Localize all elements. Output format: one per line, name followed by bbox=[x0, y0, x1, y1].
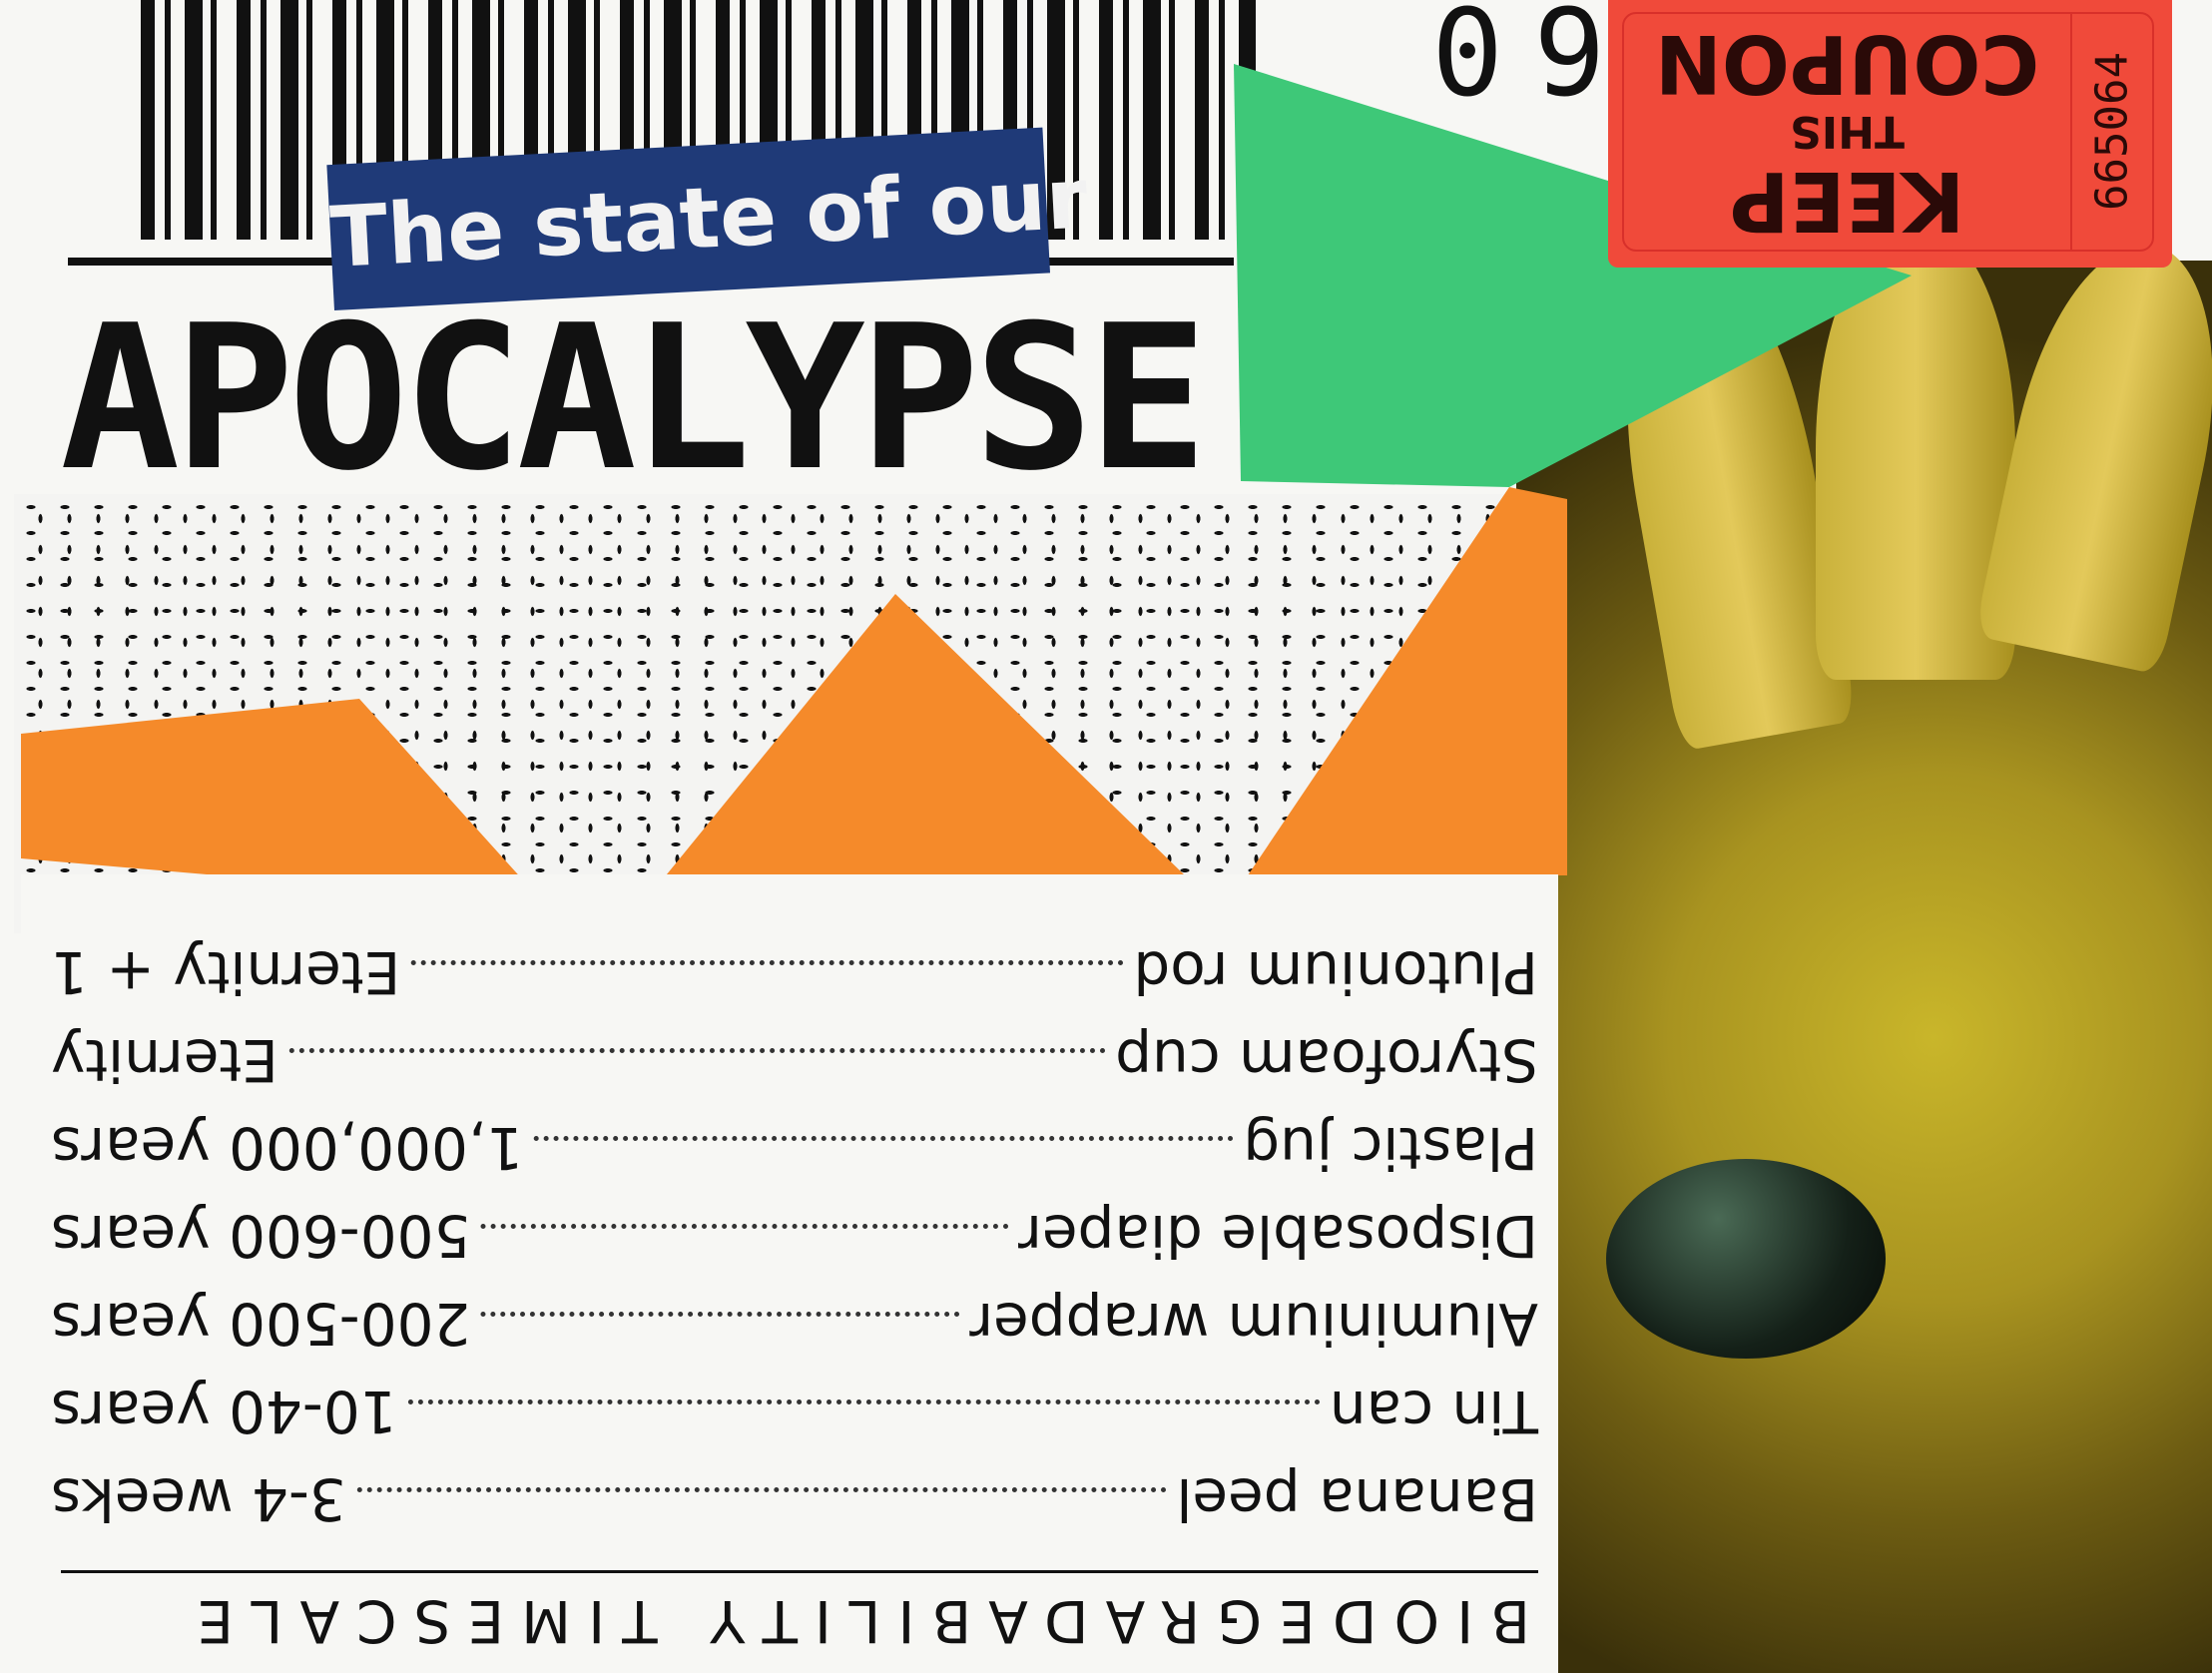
item-duration: 500-600 years bbox=[51, 1202, 471, 1270]
item-duration: 200-500 years bbox=[51, 1290, 471, 1358]
list-item: Plastic jug 1,000,000 years bbox=[51, 1094, 1538, 1182]
item-name: Styrofoam cup bbox=[1115, 1026, 1538, 1094]
orange-triangle bbox=[21, 699, 544, 903]
dot-leader bbox=[480, 1312, 960, 1317]
item-duration: Eternity + 1 bbox=[51, 938, 401, 1006]
item-duration: 1,000,000 years bbox=[51, 1114, 524, 1182]
dot-leader bbox=[533, 1136, 1234, 1141]
item-name: Plutonium rod bbox=[1133, 938, 1538, 1006]
dot-leader bbox=[355, 1487, 1167, 1492]
item-name: Disposable diaper bbox=[1018, 1202, 1538, 1270]
orange-triangle bbox=[649, 594, 1185, 896]
divider bbox=[61, 1570, 1538, 1573]
coupon-ticket: 665064 KEEP THIS COUPON bbox=[1608, 0, 2172, 268]
item-duration: Eternity bbox=[51, 1026, 278, 1094]
list-item: Plutonium rod Eternity + 1 bbox=[51, 918, 1538, 1006]
coupon-line3: COUPON bbox=[1654, 17, 2040, 110]
item-name: Aluminium wrapper bbox=[969, 1290, 1538, 1358]
item-duration: 3-4 weeks bbox=[51, 1465, 346, 1533]
item-duration: 10-40 years bbox=[51, 1378, 397, 1445]
item-name: Plastic jug bbox=[1243, 1114, 1538, 1182]
dot-leader bbox=[406, 1399, 1320, 1404]
coupon-line2: THIS bbox=[1790, 106, 1905, 157]
coupon-serial: 665064 bbox=[2070, 14, 2152, 250]
list-item: Disposable diaper 500-600 years bbox=[51, 1182, 1538, 1270]
list-heading: BIODEGRADABILITY TIMESCALE bbox=[180, 1587, 1530, 1655]
item-name: Banana peel bbox=[1176, 1465, 1538, 1533]
coupon-line1: KEEP bbox=[1729, 153, 1965, 248]
dot-leader bbox=[287, 1048, 1106, 1053]
dot-leader bbox=[480, 1224, 1009, 1229]
dot-leader bbox=[410, 960, 1124, 965]
biodegradability-list: BIODEGRADABILITY TIMESCALE Banana peel 3-… bbox=[21, 874, 1558, 1673]
list-item: Tin can 10-40 years bbox=[51, 1358, 1538, 1445]
list-item: Banana peel 3-4 weeks bbox=[51, 1445, 1538, 1533]
orange-triangle bbox=[1248, 487, 1567, 875]
item-name: Tin can bbox=[1329, 1378, 1538, 1445]
list-item: Styrofoam cup Eternity bbox=[51, 1006, 1538, 1094]
list-item: Aluminium wrapper 200-500 years bbox=[51, 1270, 1538, 1358]
